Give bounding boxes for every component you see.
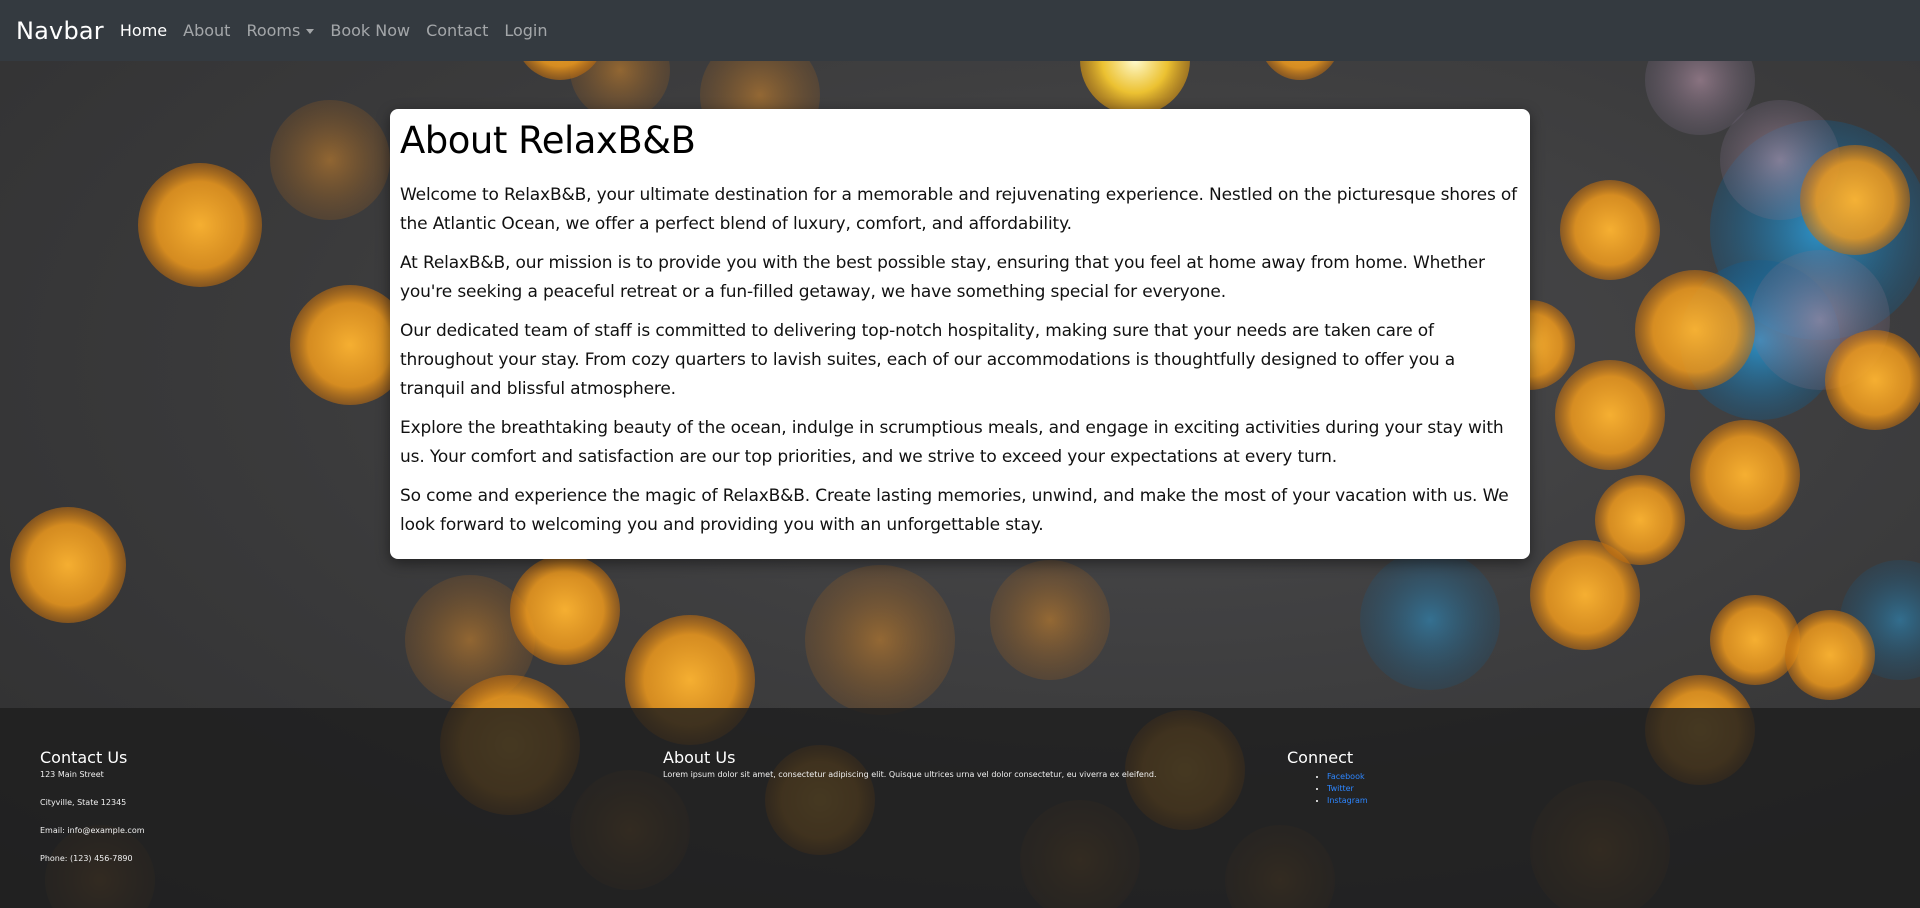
navbar-brand[interactable]: Navbar: [16, 17, 104, 45]
footer-contact-heading: Contact Us: [40, 748, 128, 767]
caret-down-icon: [306, 29, 315, 34]
nav-item-book-now[interactable]: Book Now: [322, 21, 418, 40]
about-card: About RelaxB&B Welcome to RelaxB&B, your…: [390, 109, 1530, 559]
list-item: Instagram: [1327, 795, 1847, 807]
facebook-link[interactable]: Facebook: [1327, 772, 1365, 781]
nav-item-login[interactable]: Login: [496, 21, 555, 40]
navbar: Navbar Home About Rooms Book Now Contact…: [0, 0, 1920, 61]
about-title: About RelaxB&B: [400, 119, 696, 162]
footer-connect-section: Connect Facebook Twitter Instagram: [1287, 748, 1847, 807]
nav-item-label: Contact: [426, 21, 489, 40]
nav-item-contact[interactable]: Contact: [418, 21, 496, 40]
footer-city: Cityville, State 12345: [40, 798, 127, 807]
about-paragraph: So come and experience the magic of Rela…: [400, 486, 1509, 536]
footer-connect-heading: Connect: [1287, 748, 1354, 767]
footer-about-section: About Us Lorem ipsum dolor sit amet, con…: [663, 748, 1223, 799]
about-paragraph: Welcome to RelaxB&B, your ultimate desti…: [400, 185, 1518, 235]
nav-item-label: Home: [119, 21, 168, 40]
footer-contact-section: Contact Us 123 Main Street Cityville, St…: [40, 748, 600, 883]
twitter-link[interactable]: Twitter: [1327, 784, 1354, 793]
instagram-link[interactable]: Instagram: [1327, 796, 1368, 805]
nav-item-home[interactable]: Home: [112, 21, 175, 40]
list-item: Twitter: [1327, 783, 1847, 795]
footer-phone: Phone: (123) 456-7890: [40, 854, 133, 863]
nav-item-label: Rooms: [246, 21, 301, 40]
about-paragraph: Explore the breathtaking beauty of the o…: [400, 418, 1504, 468]
nav-item-about[interactable]: About: [175, 21, 238, 40]
about-paragraph: At RelaxB&B, our mission is to provide y…: [400, 253, 1485, 303]
footer-about-text: Lorem ipsum dolor sit amet, consectetur …: [663, 770, 1157, 779]
footer: Contact Us 123 Main Street Cityville, St…: [0, 708, 1920, 908]
list-item: Facebook: [1327, 771, 1847, 783]
footer-about-heading: About Us: [663, 748, 736, 767]
nav-item-label: Book Now: [330, 21, 411, 40]
nav-item-label: Login: [504, 21, 548, 40]
nav-item-label: About: [183, 21, 231, 40]
footer-social-links: Facebook Twitter Instagram: [1287, 771, 1847, 807]
footer-email: Email: info@example.com: [40, 826, 145, 835]
footer-address: 123 Main Street: [40, 770, 104, 779]
about-paragraph: Our dedicated team of staff is committed…: [400, 321, 1456, 400]
nav-item-rooms-dropdown[interactable]: Rooms: [238, 21, 322, 40]
